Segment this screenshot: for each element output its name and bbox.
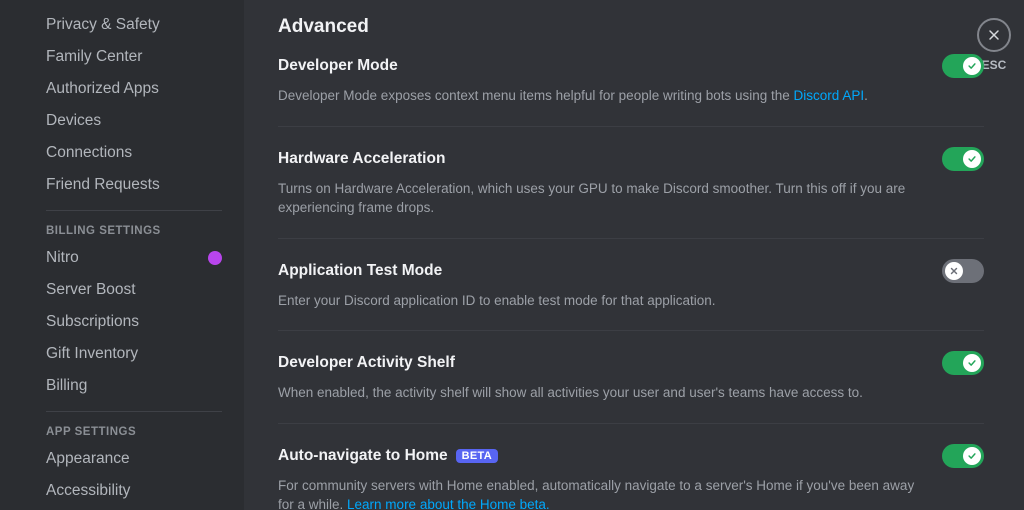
setting-description: When enabled, the activity shelf will sh… bbox=[278, 383, 918, 403]
setting-hardware-acceleration: Hardware Acceleration Turns on Hardware … bbox=[278, 147, 984, 238]
sidebar-divider bbox=[46, 210, 222, 211]
page-title: Advanced bbox=[278, 16, 984, 38]
close-icon bbox=[986, 27, 1002, 43]
sidebar-item-accessibility[interactable]: Accessibility bbox=[36, 476, 232, 506]
sidebar-item-gift-inventory[interactable]: Gift Inventory bbox=[36, 339, 232, 369]
setting-divider bbox=[278, 423, 984, 424]
sidebar-item-subscriptions[interactable]: Subscriptions bbox=[36, 307, 232, 337]
sidebar-item-nitro[interactable]: Nitro bbox=[36, 243, 232, 273]
setting-title: Developer Activity Shelf bbox=[278, 354, 455, 372]
setting-description: Developer Mode exposes context menu item… bbox=[278, 86, 918, 106]
setting-description: Turns on Hardware Acceleration, which us… bbox=[278, 179, 918, 218]
content-area: ESC Advanced Developer Mode Developer Mo… bbox=[244, 0, 1024, 510]
setting-divider bbox=[278, 126, 984, 127]
setting-auto-navigate-home: Auto-navigate to Home BETA For community… bbox=[278, 444, 984, 510]
setting-description: Enter your Discord application ID to ena… bbox=[278, 291, 918, 311]
setting-developer-activity-shelf: Developer Activity Shelf When enabled, t… bbox=[278, 351, 984, 423]
sidebar-divider bbox=[46, 411, 222, 412]
toggle-application-test-mode[interactable] bbox=[942, 259, 984, 283]
sidebar-item-label: Subscriptions bbox=[46, 313, 139, 331]
toggle-hardware-acceleration[interactable] bbox=[942, 147, 984, 171]
check-icon bbox=[967, 358, 977, 368]
check-icon bbox=[967, 154, 977, 164]
sidebar-item-authorized-apps[interactable]: Authorized Apps bbox=[36, 74, 232, 104]
sidebar-item-label: Nitro bbox=[46, 249, 79, 267]
sidebar-item-server-boost[interactable]: Server Boost bbox=[36, 275, 232, 305]
sidebar-item-appearance[interactable]: Appearance bbox=[36, 444, 232, 474]
sidebar-item-label: Connections bbox=[46, 144, 132, 162]
setting-developer-mode: Developer Mode Developer Mode exposes co… bbox=[278, 54, 984, 126]
sidebar-heading-app: APP SETTINGS bbox=[36, 416, 232, 442]
link-home-beta[interactable]: Learn more about the Home beta. bbox=[347, 497, 550, 510]
sidebar-item-connections[interactable]: Connections bbox=[36, 138, 232, 168]
check-icon bbox=[967, 451, 977, 461]
sidebar: Privacy & Safety Family Center Authorize… bbox=[0, 0, 244, 510]
toggle-auto-navigate-home[interactable] bbox=[942, 444, 984, 468]
setting-application-test-mode: Application Test Mode Enter your Discord… bbox=[278, 259, 984, 331]
close-button[interactable] bbox=[977, 18, 1011, 52]
sidebar-item-friend-requests[interactable]: Friend Requests bbox=[36, 170, 232, 200]
sidebar-item-label: Privacy & Safety bbox=[46, 16, 160, 34]
sidebar-item-label: Devices bbox=[46, 112, 101, 130]
sidebar-item-label: Authorized Apps bbox=[46, 80, 159, 98]
nitro-badge-icon bbox=[208, 251, 222, 265]
check-icon bbox=[967, 61, 977, 71]
sidebar-item-billing[interactable]: Billing bbox=[36, 371, 232, 401]
setting-description: For community servers with Home enabled,… bbox=[278, 476, 918, 510]
sidebar-item-privacy-safety[interactable]: Privacy & Safety bbox=[36, 10, 232, 40]
setting-title: Auto-navigate to Home BETA bbox=[278, 447, 498, 465]
setting-divider bbox=[278, 238, 984, 239]
sidebar-item-label: Friend Requests bbox=[46, 176, 160, 194]
link-discord-api[interactable]: Discord API bbox=[794, 88, 865, 103]
setting-divider bbox=[278, 330, 984, 331]
sidebar-item-label: Accessibility bbox=[46, 482, 130, 500]
sidebar-heading-billing: BILLING SETTINGS bbox=[36, 215, 232, 241]
sidebar-item-label: Appearance bbox=[46, 450, 130, 468]
x-icon bbox=[949, 266, 959, 276]
sidebar-item-label: Gift Inventory bbox=[46, 345, 138, 363]
sidebar-item-family-center[interactable]: Family Center bbox=[36, 42, 232, 72]
toggle-developer-activity-shelf[interactable] bbox=[942, 351, 984, 375]
sidebar-item-devices[interactable]: Devices bbox=[36, 106, 232, 136]
beta-badge: BETA bbox=[456, 449, 498, 463]
sidebar-item-label: Family Center bbox=[46, 48, 142, 66]
setting-title: Hardware Acceleration bbox=[278, 150, 445, 168]
sidebar-item-label: Server Boost bbox=[46, 281, 136, 299]
sidebar-item-label: Billing bbox=[46, 377, 87, 395]
setting-title: Developer Mode bbox=[278, 57, 398, 75]
toggle-developer-mode[interactable] bbox=[942, 54, 984, 78]
setting-title: Application Test Mode bbox=[278, 262, 442, 280]
